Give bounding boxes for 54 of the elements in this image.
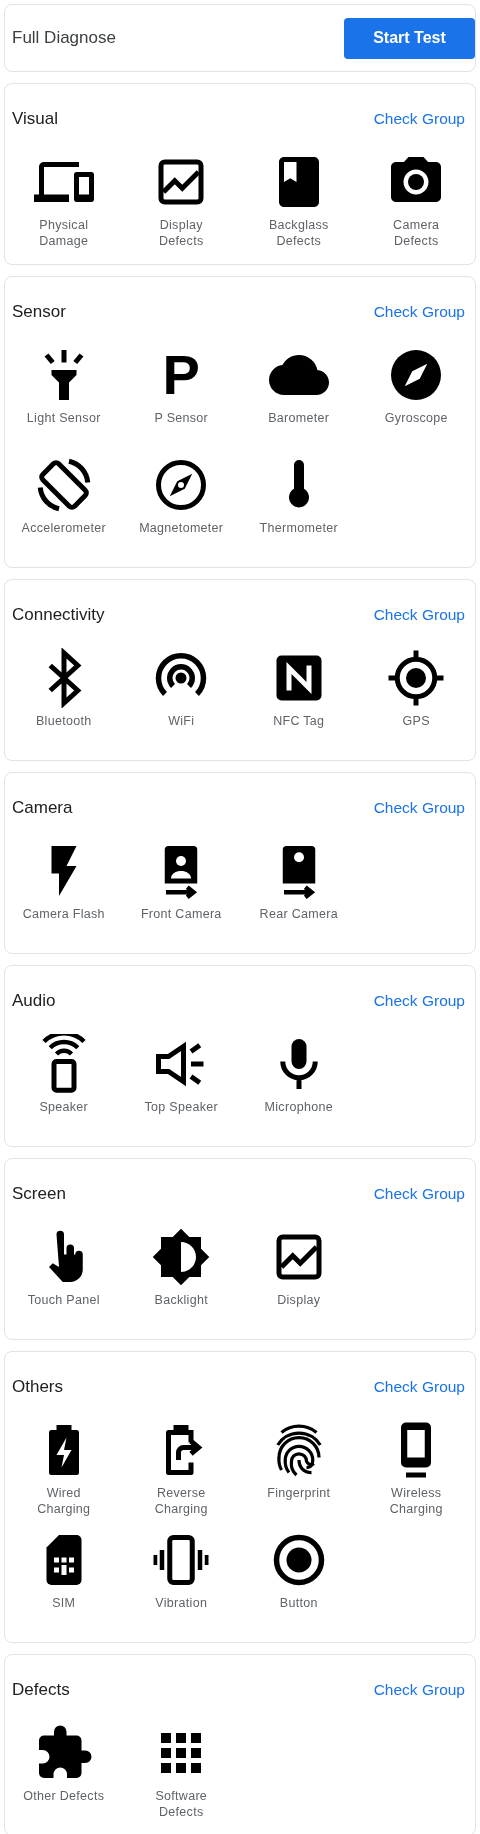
test-label[interactable]: Fingerprint (267, 1485, 331, 1501)
group-title: Visual (12, 108, 58, 131)
test-label[interactable]: Display (277, 1292, 321, 1308)
test-label[interactable]: Camera Flash (22, 906, 105, 922)
test-label[interactable]: Rear Camera (259, 906, 338, 922)
test-label[interactable]: Speaker (39, 1099, 89, 1115)
test-label[interactable]: WiFi (168, 713, 195, 729)
test-label[interactable]: Light Sensor (26, 410, 101, 426)
start-test-button[interactable]: Start Test (344, 17, 475, 59)
test-label[interactable]: Magnetometer (139, 520, 224, 536)
check-group-link[interactable]: Check Group (373, 1375, 465, 1399)
test-label[interactable]: Wired Charging (37, 1485, 91, 1517)
check-group-link[interactable]: Check Group (373, 796, 465, 820)
test-label[interactable]: Top Speaker (144, 1099, 218, 1115)
check-group-link[interactable]: Check Group (373, 603, 465, 627)
check-group-link[interactable]: Check Group (373, 107, 465, 131)
test-label[interactable]: Microphone (264, 1099, 333, 1115)
test-label[interactable]: Barometer (268, 410, 330, 426)
group-title: Audio (12, 990, 56, 1013)
check-group-link[interactable]: Check Group (373, 1678, 465, 1702)
test-label[interactable]: Reverse Charging (154, 1485, 208, 1517)
page-title: Full Diagnose (12, 27, 116, 50)
test-label[interactable]: Physical Damage (39, 217, 89, 249)
test-label[interactable]: NFC Tag (273, 713, 325, 729)
group-title: Sensor (12, 301, 66, 324)
letter-icon[interactable]: P (151, 345, 212, 405)
test-label[interactable]: Camera Defects (393, 217, 440, 249)
test-label[interactable]: Thermometer (259, 520, 338, 536)
test-label[interactable]: Front Camera (140, 906, 222, 922)
test-label[interactable]: Display Defects (159, 217, 204, 249)
test-label[interactable]: P Sensor (154, 410, 209, 426)
test-label[interactable]: SIM (52, 1595, 76, 1611)
check-group-link[interactable]: Check Group (373, 989, 465, 1013)
test-label[interactable]: Backlight (154, 1292, 208, 1308)
check-group-link[interactable]: Check Group (373, 1182, 465, 1206)
group-title: Screen (12, 1183, 66, 1206)
test-label[interactable]: Button (279, 1595, 318, 1611)
group-title: Others (12, 1376, 64, 1399)
test-label[interactable]: Gyroscope (384, 410, 448, 426)
test-label[interactable]: GPS (402, 713, 430, 729)
brightness-icon[interactable] (151, 1227, 212, 1287)
check-group-link[interactable]: Check Group (373, 300, 465, 324)
test-label[interactable]: Other Defects (23, 1788, 105, 1804)
group-title: Defects (12, 1679, 70, 1702)
group-title: Camera (12, 797, 73, 820)
test-label[interactable]: Accelerometer (21, 520, 106, 536)
test-label[interactable]: Backglass Defects (268, 217, 329, 249)
test-label[interactable]: Wireless Charging (389, 1485, 443, 1517)
test-label[interactable]: Bluetooth (36, 713, 92, 729)
test-label[interactable]: Touch Panel (27, 1292, 100, 1308)
test-label[interactable]: Vibration (155, 1595, 208, 1611)
gps-icon[interactable] (386, 648, 447, 708)
group-title: Connectivity (12, 604, 105, 627)
test-label[interactable]: Software Defects (155, 1788, 208, 1820)
